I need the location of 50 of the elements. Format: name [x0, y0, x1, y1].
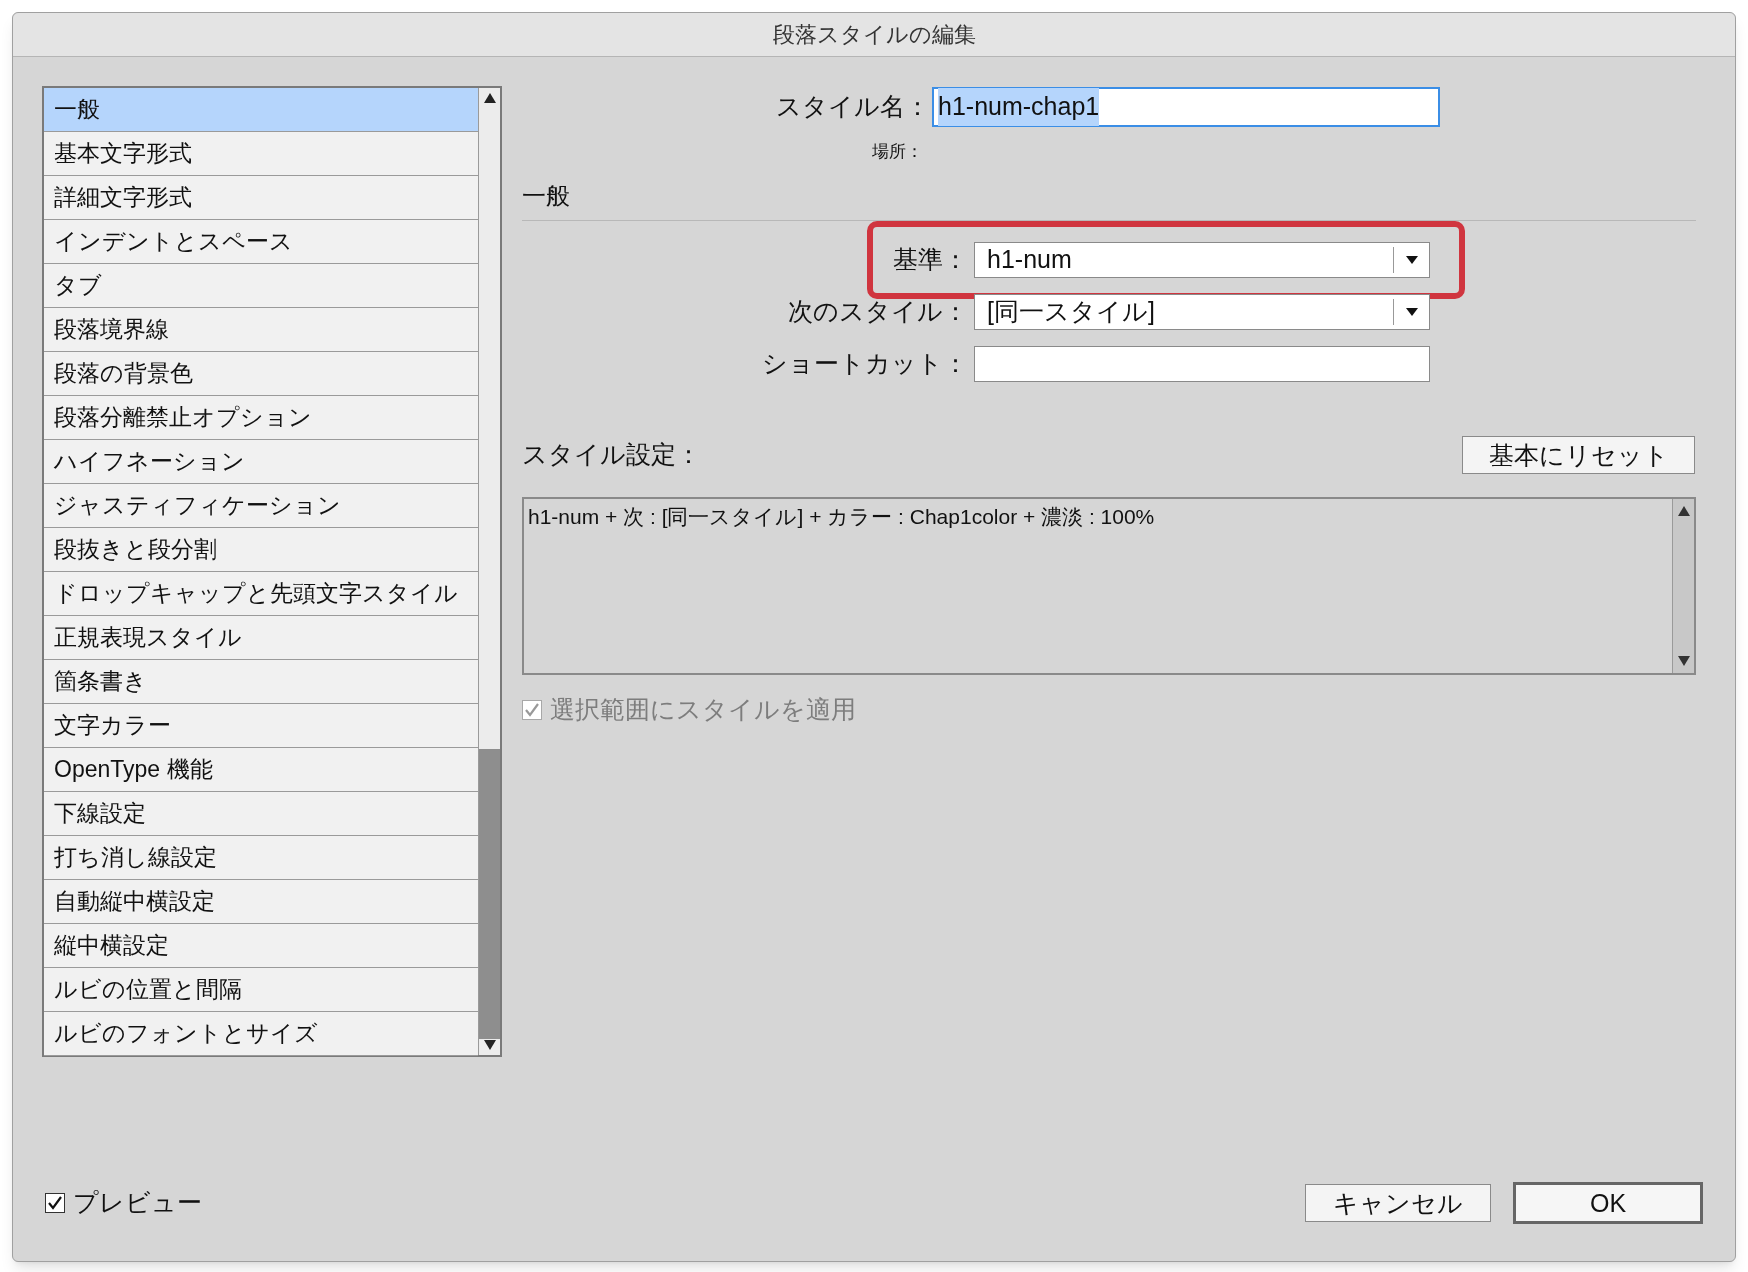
list-item[interactable]: 詳細文字形式	[44, 176, 478, 220]
list-item[interactable]: 打ち消し線設定	[44, 836, 478, 880]
reset-button[interactable]: 基本にリセット	[1462, 436, 1695, 474]
list-item[interactable]: OpenType 機能	[44, 748, 478, 792]
list-item[interactable]: インデントとスペース	[44, 220, 478, 264]
style-name-input[interactable]: h1-num-chap1	[932, 87, 1440, 127]
list-item[interactable]: ルビの位置と間隔	[44, 968, 478, 1012]
list-item[interactable]: 自動縦中横設定	[44, 880, 478, 924]
dropdown[interactable]: [同一スタイル]	[974, 294, 1430, 330]
field-label: スタイル設定：	[522, 439, 701, 471]
location-label: 場所：	[872, 141, 923, 163]
cancel-button[interactable]: キャンセル	[1305, 1184, 1491, 1222]
checkbox-label: プレビュー	[73, 1187, 202, 1219]
list-item[interactable]: 段落の背景色	[44, 352, 478, 396]
list-item[interactable]: 段抜きと段分割	[44, 528, 478, 572]
scroll-up-icon[interactable]	[482, 92, 497, 104]
input-text: h1-num-chap1	[938, 88, 1100, 126]
settings-summary: h1-num + 次 : [同一スタイル] + カラー : Chap1color + 濃淡 : 100%	[527, 504, 1156, 530]
field-label: スタイル名：	[775, 91, 931, 123]
list-item[interactable]: ドロップキャップと先頭文字スタイル	[44, 572, 478, 616]
ok-button[interactable]: OK	[1513, 1182, 1703, 1224]
list-item[interactable]: 正規表現スタイル	[44, 616, 478, 660]
scrollbar[interactable]	[1672, 499, 1694, 673]
window-title: 段落スタイルの編集	[772, 21, 976, 49]
scroll-down-icon[interactable]	[1676, 655, 1691, 667]
field-label: ショートカット：	[761, 348, 969, 380]
list-item[interactable]: 文字カラー	[44, 704, 478, 748]
field-label: 次のスタイル：	[787, 296, 969, 328]
dropdown-arrow-icon	[1404, 255, 1419, 265]
scroll-thumb[interactable]	[479, 749, 500, 1039]
list-item[interactable]: 下線設定	[44, 792, 478, 836]
dropdown[interactable]: h1-num	[974, 242, 1430, 278]
list-item[interactable]: ジャスティフィケーション	[44, 484, 478, 528]
list-item[interactable]: タブ	[44, 264, 478, 308]
section-title: 一般	[522, 181, 571, 211]
checkbox-label: 選択範囲にスタイルを適用	[550, 694, 856, 725]
scroll-up-icon[interactable]	[1676, 505, 1691, 517]
dropdown-arrow-icon	[1404, 307, 1419, 317]
checkbox[interactable]	[45, 1193, 65, 1213]
scrollbar[interactable]	[478, 88, 500, 1055]
field-label: 基準：	[892, 244, 969, 276]
list-item[interactable]: 基本文字形式	[44, 132, 478, 176]
list-item[interactable]: 箇条書き	[44, 660, 478, 704]
list-item[interactable]: 縦中横設定	[44, 924, 478, 968]
text-input[interactable]	[974, 346, 1430, 382]
list-item[interactable]: ルビのフォントとサイズ	[44, 1012, 478, 1056]
list-item[interactable]: 一般	[44, 88, 478, 132]
list-item[interactable]: 段落分離禁止オプション	[44, 396, 478, 440]
list-item[interactable]: ハイフネーション	[44, 440, 478, 484]
list-item[interactable]: 段落境界線	[44, 308, 478, 352]
